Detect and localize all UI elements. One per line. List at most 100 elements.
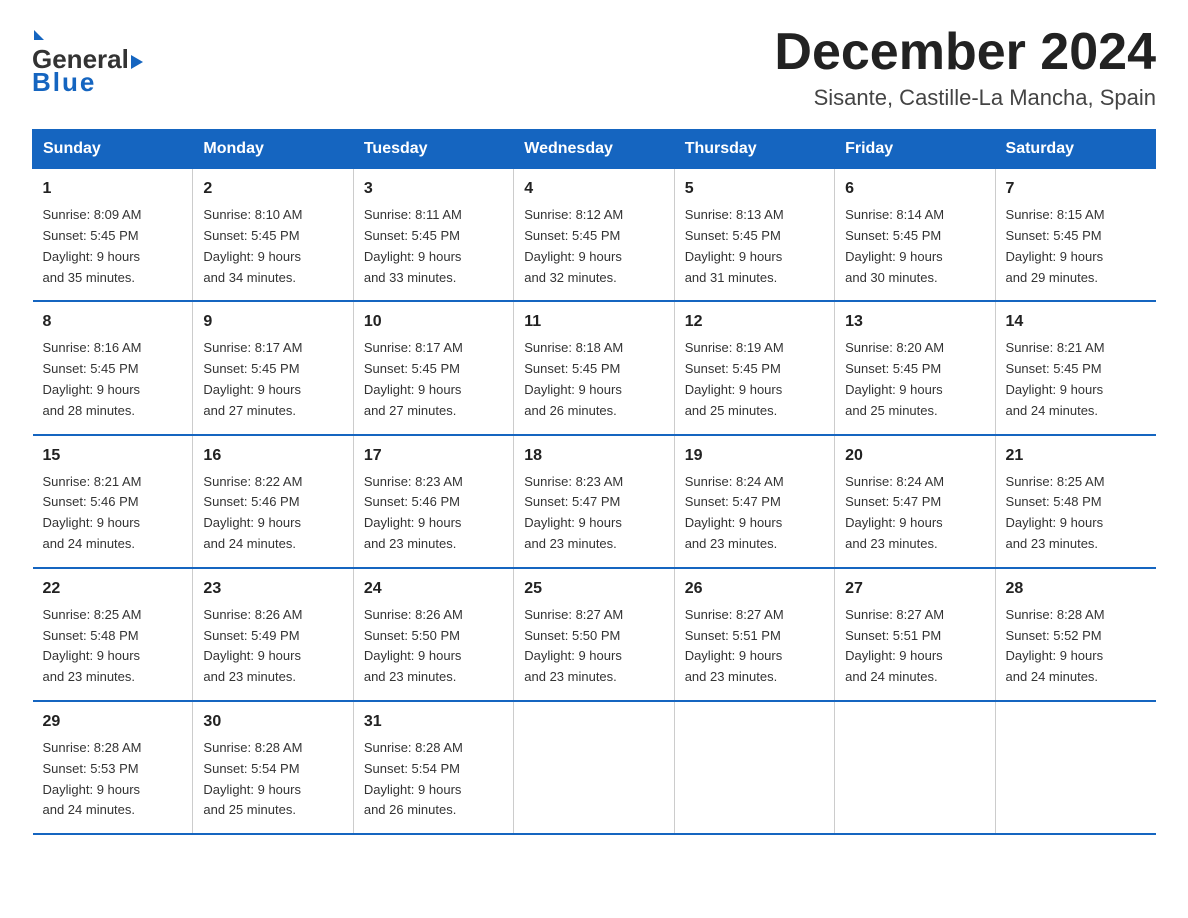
day-info: Sunrise: 8:28 AMSunset: 5:52 PMDaylight:… <box>1006 605 1146 688</box>
calendar-cell: 12 Sunrise: 8:19 AMSunset: 5:45 PMDayligh… <box>674 301 834 434</box>
day-info: Sunrise: 8:20 AMSunset: 5:45 PMDaylight:… <box>845 338 984 421</box>
day-info: Sunrise: 8:27 AMSunset: 5:51 PMDaylight:… <box>845 605 984 688</box>
calendar-cell: 20 Sunrise: 8:24 AMSunset: 5:47 PMDayligh… <box>835 435 995 568</box>
day-number: 22 <box>43 577 183 601</box>
day-info: Sunrise: 8:16 AMSunset: 5:45 PMDaylight:… <box>43 338 183 421</box>
day-info: Sunrise: 8:12 AMSunset: 5:45 PMDaylight:… <box>524 205 663 288</box>
day-number: 15 <box>43 444 183 468</box>
day-info: Sunrise: 8:15 AMSunset: 5:45 PMDaylight:… <box>1006 205 1146 288</box>
day-number: 19 <box>685 444 824 468</box>
logo-triangle-icon <box>131 55 143 69</box>
day-info: Sunrise: 8:24 AMSunset: 5:47 PMDaylight:… <box>845 472 984 555</box>
calendar-cell: 2 Sunrise: 8:10 AMSunset: 5:45 PMDaylight… <box>193 169 353 302</box>
day-info: Sunrise: 8:19 AMSunset: 5:45 PMDaylight:… <box>685 338 824 421</box>
day-number: 30 <box>203 710 342 734</box>
calendar-cell: 31 Sunrise: 8:28 AMSunset: 5:54 PMDayligh… <box>353 701 513 834</box>
calendar-cell: 29Sunrise: 8:28 AMSunset: 5:53 PMDayligh… <box>33 701 193 834</box>
day-number: 17 <box>364 444 503 468</box>
month-title: December 2024 <box>774 24 1156 81</box>
title-block: December 2024 Sisante, Castille-La Manch… <box>774 24 1156 111</box>
day-number: 10 <box>364 310 503 334</box>
weekday-header-thursday: Thursday <box>674 130 834 169</box>
day-info: Sunrise: 8:27 AMSunset: 5:50 PMDaylight:… <box>524 605 663 688</box>
calendar-cell: 6Sunrise: 8:14 AMSunset: 5:45 PMDaylight… <box>835 169 995 302</box>
day-number: 3 <box>364 177 503 201</box>
calendar-cell: 21Sunrise: 8:25 AMSunset: 5:48 PMDayligh… <box>995 435 1155 568</box>
day-number: 12 <box>685 310 824 334</box>
day-number: 20 <box>845 444 984 468</box>
day-number: 21 <box>1006 444 1146 468</box>
weekday-header-tuesday: Tuesday <box>353 130 513 169</box>
calendar-cell: 22 Sunrise: 8:25 AMSunset: 5:48 PMDayligh… <box>33 568 193 701</box>
day-info: Sunrise: 8:24 AMSunset: 5:47 PMDaylight:… <box>685 472 824 555</box>
day-info: Sunrise: 8:28 AMSunset: 5:54 PMDaylight:… <box>364 738 503 821</box>
calendar-cell: 30 Sunrise: 8:28 AMSunset: 5:54 PMDayligh… <box>193 701 353 834</box>
day-info: Sunrise: 8:28 AMSunset: 5:54 PMDaylight:… <box>203 738 342 821</box>
calendar-cell <box>995 701 1155 834</box>
calendar-cell <box>514 701 674 834</box>
day-number: 4 <box>524 177 663 201</box>
day-number: 14 <box>1006 310 1146 334</box>
day-info: Sunrise: 8:13 AMSunset: 5:45 PMDaylight:… <box>685 205 824 288</box>
calendar-week-row: 8 Sunrise: 8:16 AMSunset: 5:45 PMDaylight… <box>33 301 1156 434</box>
day-number: 23 <box>203 577 342 601</box>
day-info: Sunrise: 8:25 AMSunset: 5:48 PMDaylight:… <box>43 605 183 688</box>
day-number: 27 <box>845 577 984 601</box>
day-number: 6 <box>845 177 984 201</box>
day-number: 18 <box>524 444 663 468</box>
day-number: 16 <box>203 444 342 468</box>
calendar-cell <box>835 701 995 834</box>
calendar-cell: 4 Sunrise: 8:12 AMSunset: 5:45 PMDaylight… <box>514 169 674 302</box>
day-info: Sunrise: 8:11 AMSunset: 5:45 PMDaylight:… <box>364 205 503 288</box>
calendar-cell: 25Sunrise: 8:27 AMSunset: 5:50 PMDayligh… <box>514 568 674 701</box>
weekday-header-sunday: Sunday <box>33 130 193 169</box>
logo: General Blue <box>32 24 143 98</box>
logo-arrow-icon <box>34 30 44 40</box>
calendar-week-row: 1Sunrise: 8:09 AMSunset: 5:45 PMDaylight… <box>33 169 1156 302</box>
day-info: Sunrise: 8:23 AMSunset: 5:46 PMDaylight:… <box>364 472 503 555</box>
day-number: 31 <box>364 710 503 734</box>
weekday-header-wednesday: Wednesday <box>514 130 674 169</box>
day-info: Sunrise: 8:17 AMSunset: 5:45 PMDaylight:… <box>203 338 342 421</box>
calendar-cell: 27 Sunrise: 8:27 AMSunset: 5:51 PMDayligh… <box>835 568 995 701</box>
day-info: Sunrise: 8:10 AMSunset: 5:45 PMDaylight:… <box>203 205 342 288</box>
day-number: 8 <box>43 310 183 334</box>
weekday-header-monday: Monday <box>193 130 353 169</box>
calendar-cell: 5 Sunrise: 8:13 AMSunset: 5:45 PMDaylight… <box>674 169 834 302</box>
day-info: Sunrise: 8:26 AMSunset: 5:50 PMDaylight:… <box>364 605 503 688</box>
day-number: 28 <box>1006 577 1146 601</box>
calendar-cell: 16 Sunrise: 8:22 AMSunset: 5:46 PMDayligh… <box>193 435 353 568</box>
calendar-cell: 26Sunrise: 8:27 AMSunset: 5:51 PMDayligh… <box>674 568 834 701</box>
weekday-header-row: SundayMondayTuesdayWednesdayThursdayFrid… <box>33 130 1156 169</box>
day-info: Sunrise: 8:21 AMSunset: 5:46 PMDaylight:… <box>43 472 183 555</box>
logo-blue-text: Blue <box>32 67 96 98</box>
calendar-week-row: 15 Sunrise: 8:21 AMSunset: 5:46 PMDayligh… <box>33 435 1156 568</box>
day-info: Sunrise: 8:23 AMSunset: 5:47 PMDaylight:… <box>524 472 663 555</box>
calendar-cell: 18 Sunrise: 8:23 AMSunset: 5:47 PMDayligh… <box>514 435 674 568</box>
day-number: 2 <box>203 177 342 201</box>
calendar-cell: 14Sunrise: 8:21 AMSunset: 5:45 PMDayligh… <box>995 301 1155 434</box>
calendar-cell: 19 Sunrise: 8:24 AMSunset: 5:47 PMDayligh… <box>674 435 834 568</box>
calendar-cell: 8 Sunrise: 8:16 AMSunset: 5:45 PMDaylight… <box>33 301 193 434</box>
day-number: 5 <box>685 177 824 201</box>
day-number: 24 <box>364 577 503 601</box>
calendar-cell: 24 Sunrise: 8:26 AMSunset: 5:50 PMDayligh… <box>353 568 513 701</box>
day-info: Sunrise: 8:22 AMSunset: 5:46 PMDaylight:… <box>203 472 342 555</box>
calendar-cell: 23 Sunrise: 8:26 AMSunset: 5:49 PMDayligh… <box>193 568 353 701</box>
calendar-cell: 15 Sunrise: 8:21 AMSunset: 5:46 PMDayligh… <box>33 435 193 568</box>
calendar-cell: 3 Sunrise: 8:11 AMSunset: 5:45 PMDaylight… <box>353 169 513 302</box>
day-info: Sunrise: 8:09 AMSunset: 5:45 PMDaylight:… <box>43 205 183 288</box>
day-info: Sunrise: 8:26 AMSunset: 5:49 PMDaylight:… <box>203 605 342 688</box>
day-number: 7 <box>1006 177 1146 201</box>
calendar-cell: 9 Sunrise: 8:17 AMSunset: 5:45 PMDaylight… <box>193 301 353 434</box>
day-number: 26 <box>685 577 824 601</box>
calendar-cell <box>674 701 834 834</box>
day-number: 13 <box>845 310 984 334</box>
day-number: 9 <box>203 310 342 334</box>
calendar-week-row: 22 Sunrise: 8:25 AMSunset: 5:48 PMDayligh… <box>33 568 1156 701</box>
calendar-cell: 7 Sunrise: 8:15 AMSunset: 5:45 PMDaylight… <box>995 169 1155 302</box>
calendar-cell: 1Sunrise: 8:09 AMSunset: 5:45 PMDaylight… <box>33 169 193 302</box>
location-title: Sisante, Castille-La Mancha, Spain <box>774 85 1156 111</box>
page-header: General Blue December 2024 Sisante, Cast… <box>32 24 1156 111</box>
calendar-cell: 17 Sunrise: 8:23 AMSunset: 5:46 PMDayligh… <box>353 435 513 568</box>
